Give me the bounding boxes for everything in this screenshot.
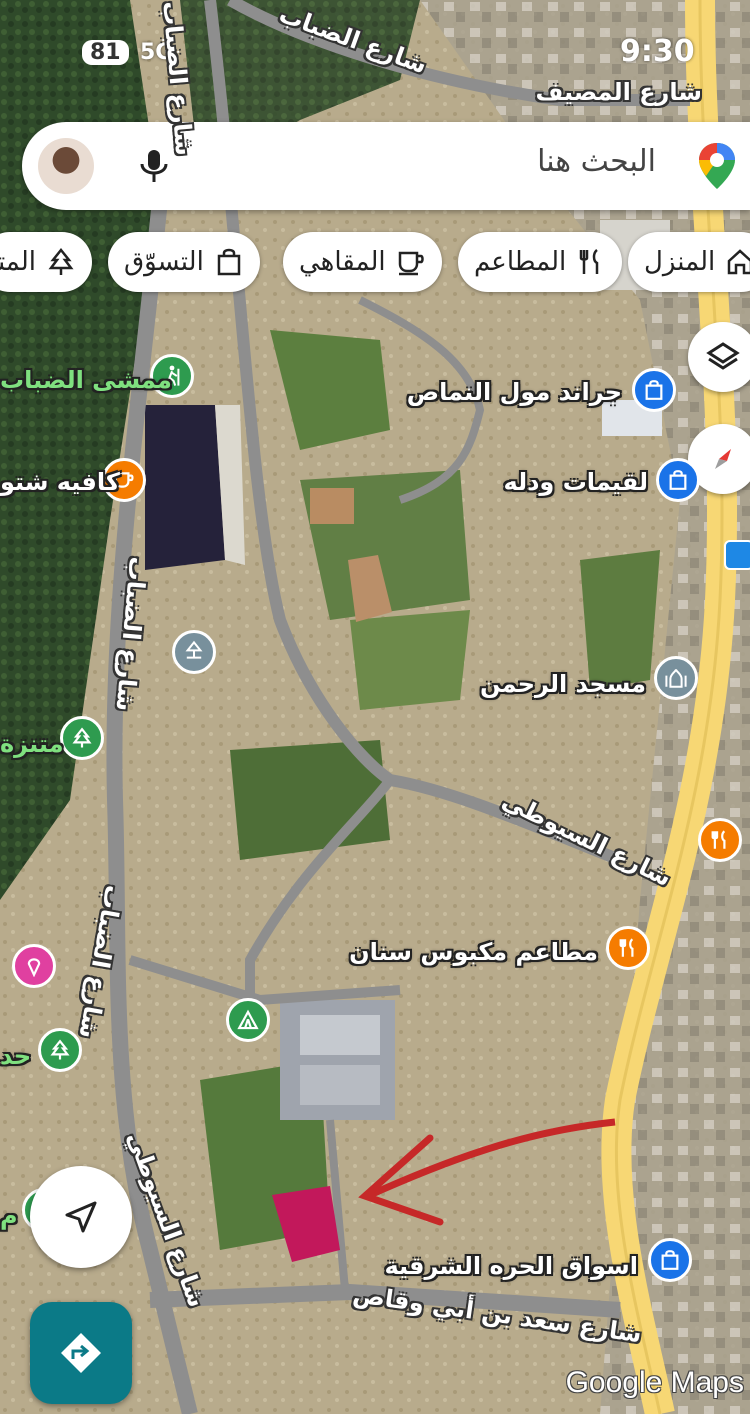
- poi-park-3-label[interactable]: حد: [0, 1042, 31, 1070]
- tree-icon: [48, 247, 74, 275]
- tent-icon: [237, 1009, 259, 1030]
- ice-cream-icon: [27, 958, 41, 977]
- tree-icon: [50, 1039, 70, 1060]
- poi-park-marker[interactable]: [172, 630, 216, 674]
- navigation-arrow-icon: [65, 1201, 97, 1233]
- layers-icon: [706, 342, 740, 370]
- poi-mosque-label[interactable]: مسجد الرحمن: [480, 670, 646, 698]
- chip-parks[interactable]: المتن: [0, 232, 92, 292]
- poi-campground-marker[interactable]: [226, 998, 270, 1042]
- picnic-icon: [185, 640, 203, 659]
- chip-restaurants[interactable]: المطاعم: [458, 232, 623, 292]
- chip-shopping[interactable]: التسوّق: [108, 232, 260, 292]
- bus-stop-icon[interactable]: [724, 540, 750, 570]
- fork-knife-icon: [619, 938, 634, 957]
- fork-knife-icon: [711, 830, 726, 849]
- my-location-button[interactable]: [30, 1166, 132, 1268]
- chip-home[interactable]: المنزل: [628, 232, 750, 292]
- fork-knife-icon: [580, 249, 599, 274]
- poi-sharqiya-market-label[interactable]: اسواق الحره الشرقية: [384, 1252, 638, 1280]
- poi-luqaimat-label[interactable]: لقيمات ودله: [504, 468, 648, 496]
- poi-pink-marker[interactable]: [12, 944, 56, 988]
- poi-hiking-label[interactable]: ممشى الضباب: [0, 366, 172, 394]
- poi-grand-mall-marker[interactable]: [632, 368, 676, 412]
- search-input[interactable]: البحث هنا: [537, 144, 656, 179]
- google-maps-logo-icon: [699, 143, 735, 189]
- home-icon: [728, 249, 750, 275]
- chip-label: التسوّق: [124, 247, 204, 277]
- chip-label: المقاهي: [299, 247, 386, 277]
- road-label-masif: شارع المصيف: [535, 78, 702, 106]
- poi-park-2-label[interactable]: متنزة: [0, 730, 64, 758]
- compass-icon: [715, 449, 731, 469]
- chip-cafes[interactable]: المقاهي: [283, 232, 442, 292]
- poi-makboos-marker[interactable]: [606, 926, 650, 970]
- poi-luqaimat-marker[interactable]: [656, 458, 700, 502]
- chip-label: المتن: [0, 247, 36, 277]
- poi-grand-mall-label[interactable]: جراند مول النماص: [407, 378, 622, 406]
- battery-level: 81: [90, 40, 121, 65]
- search-bar[interactable]: البحث هنا: [22, 122, 750, 210]
- shopping-bag-icon: [217, 248, 241, 276]
- coffee-cup-icon: [398, 251, 424, 276]
- battery-indicator: 81: [82, 40, 129, 65]
- poi-mosque-marker[interactable]: [654, 656, 698, 700]
- chip-label: المطاعم: [474, 247, 567, 277]
- mosque-icon: [665, 668, 687, 688]
- clock: 9:30: [620, 34, 695, 69]
- poi-cafe-label[interactable]: كافيه شتو: [0, 468, 120, 496]
- google-maps-attribution: Google Maps: [565, 1366, 744, 1399]
- poi-park-4-label[interactable]: م: [0, 1202, 18, 1230]
- poi-park-2-marker[interactable]: [60, 716, 104, 760]
- shopping-bag-icon: [669, 470, 687, 490]
- poi-restaurant-marker[interactable]: [698, 818, 742, 862]
- layers-button[interactable]: [688, 322, 750, 392]
- avatar[interactable]: [38, 138, 94, 194]
- shopping-bag-icon: [661, 1250, 679, 1270]
- tree-icon: [72, 727, 92, 748]
- chip-label: المنزل: [644, 247, 716, 277]
- microphone-icon[interactable]: [134, 146, 174, 186]
- poi-sharqiya-market-marker[interactable]: [648, 1238, 692, 1282]
- shopping-bag-icon: [645, 380, 663, 400]
- directions-icon: [61, 1333, 101, 1373]
- poi-makboos-label[interactable]: مطاعم مكبوس سنان: [349, 938, 598, 966]
- directions-button[interactable]: [30, 1302, 132, 1404]
